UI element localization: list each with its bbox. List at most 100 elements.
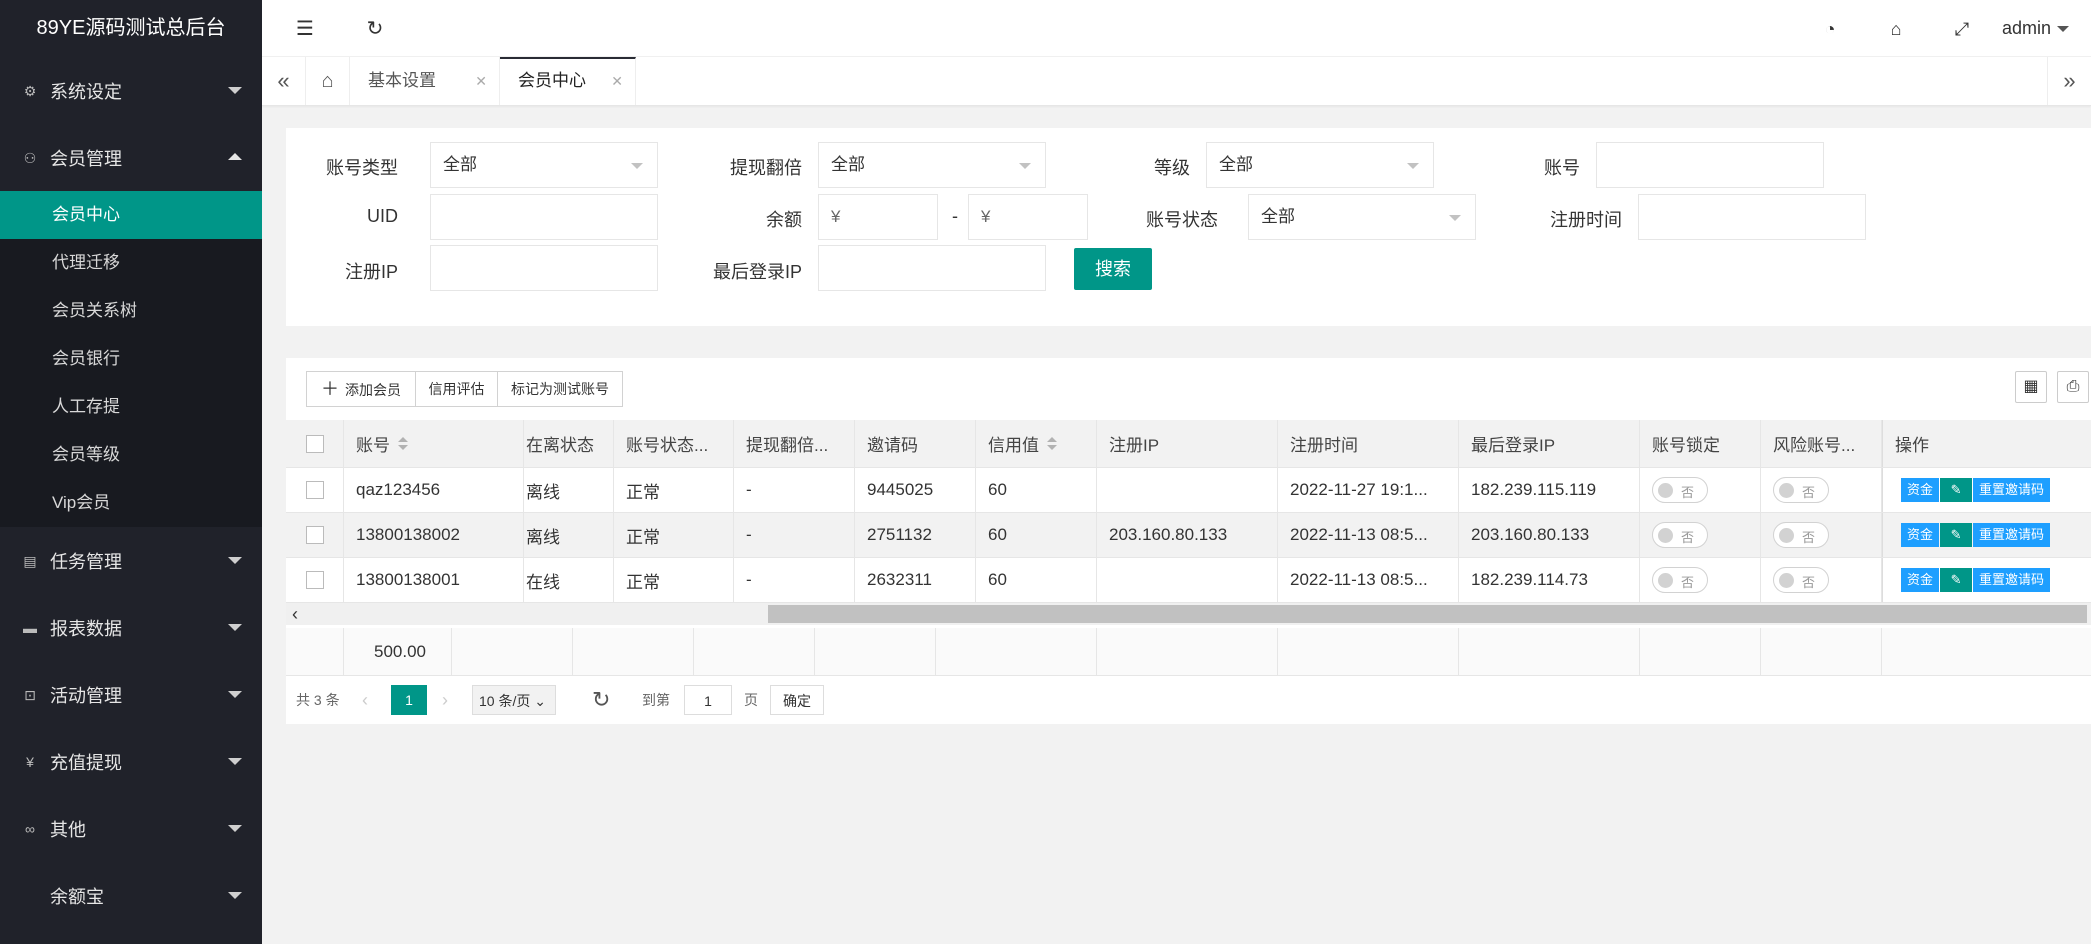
mark-test-account-button[interactable]: 标记为测试账号 xyxy=(497,371,623,407)
page-size-select[interactable]: 10 条/页 ⌄ xyxy=(472,685,556,715)
fullscreen-icon[interactable]: ⤢ xyxy=(1951,18,1973,40)
sidebar-item-member-bank[interactable]: 会员银行 xyxy=(0,335,262,383)
next-page-icon[interactable]: › xyxy=(442,685,448,715)
column-header-status[interactable]: 账号状态... xyxy=(614,420,734,467)
add-member-button[interactable]: ＋添加会员 xyxy=(306,371,416,407)
column-header-account[interactable]: 账号 xyxy=(344,420,524,467)
column-header-withdraw[interactable]: 提现翻倍... xyxy=(734,420,855,467)
funds-button[interactable]: 资金 xyxy=(1901,568,1940,592)
tabs-scroll-right-icon[interactable]: » xyxy=(2047,57,2091,105)
sidebar-menu-activity[interactable]: ⊡ 活动管理 xyxy=(0,661,262,728)
reset-invite-button[interactable]: 重置邀请码 xyxy=(1973,523,2051,547)
refresh-page-icon[interactable]: ↻ xyxy=(592,685,610,715)
tab-label: 基本设置 xyxy=(368,71,436,90)
document-icon: ▤ xyxy=(23,552,37,569)
table-row: qaz123456 离线 正常 - 9445025 60 2022-11-27 … xyxy=(286,468,2091,513)
sidebar-menu-other[interactable]: ∞ 其他 xyxy=(0,795,262,862)
sidebar-item-member-tree[interactable]: 会员关系树 xyxy=(0,287,262,335)
search-form: 账号类型 全部 提现翻倍 全部 等级 全部 账号 UID 余额 ¥ - ¥ 账号… xyxy=(286,128,2091,326)
cell-reg-ip xyxy=(1097,468,1278,512)
print-icon[interactable]: ⎙ xyxy=(2057,371,2089,403)
cell-risk: 否 xyxy=(1761,513,1882,557)
level-select[interactable]: 全部 xyxy=(1206,142,1434,188)
sidebar-item-vip[interactable]: Vip会员 xyxy=(0,479,262,527)
sidebar-menu-system[interactable]: ⚙ 系统设定 xyxy=(0,57,262,124)
tabs-scroll-left-icon[interactable]: « xyxy=(262,57,306,105)
funds-button[interactable]: 资金 xyxy=(1901,523,1940,547)
account-type-select[interactable]: 全部 xyxy=(430,142,658,188)
edit-icon[interactable]: ✎ xyxy=(1940,568,1973,592)
gear-icon: ⚙ xyxy=(23,82,37,99)
sidebar-menu-label: 会员管理 xyxy=(50,148,122,169)
sidebar-item-manual-deposit[interactable]: 人工存提 xyxy=(0,383,262,431)
top-bar: ☰ ↻ ◔ ⌂ ⤢ admin xyxy=(262,0,2091,57)
reset-invite-button[interactable]: 重置邀请码 xyxy=(1973,478,2051,502)
tab-member-center[interactable]: 会员中心 ✕ xyxy=(500,57,636,105)
menu-collapse-icon[interactable]: ☰ xyxy=(294,18,316,40)
row-checkbox[interactable] xyxy=(286,513,344,557)
page-1-button[interactable]: 1 xyxy=(391,685,427,715)
cell-status: 正常 xyxy=(614,513,734,557)
plus-icon: ＋ xyxy=(321,379,339,399)
lock-toggle[interactable]: 否 xyxy=(1652,477,1708,503)
cell-lock: 否 xyxy=(1640,558,1761,602)
prev-page-icon[interactable]: ‹ xyxy=(362,685,368,715)
refresh-icon[interactable]: ↻ xyxy=(364,18,386,40)
scroll-left-icon[interactable]: ‹ xyxy=(292,603,298,625)
register-time-input[interactable] xyxy=(1638,194,1866,240)
select-all-checkbox[interactable] xyxy=(286,420,344,467)
sidebar-menu-report[interactable]: ▬ 报表数据 xyxy=(0,594,262,661)
account-status-select[interactable]: 全部 xyxy=(1248,194,1476,240)
close-icon[interactable]: ✕ xyxy=(611,59,623,103)
sidebar-menu-task[interactable]: ▤ 任务管理 xyxy=(0,527,262,594)
sidebar-menu-yuebao[interactable]: 余额宝 xyxy=(0,862,262,929)
app-logo-title: 89YE源码测试总后台 xyxy=(0,0,262,57)
sidebar-item-member-level[interactable]: 会员等级 xyxy=(0,431,262,479)
cell-reg-time: 2022-11-13 08:5... xyxy=(1278,558,1459,602)
sidebar-item-agent-migration[interactable]: 代理迁移 xyxy=(0,239,262,287)
tag-icon[interactable]: ⌂ xyxy=(1885,18,1907,40)
last-login-ip-input[interactable] xyxy=(818,245,1046,291)
lock-toggle[interactable]: 否 xyxy=(1652,567,1708,593)
balance-max-input[interactable]: ¥ xyxy=(968,194,1088,240)
goto-confirm-button[interactable]: 确定 xyxy=(770,685,824,715)
sort-icon[interactable] xyxy=(398,436,408,451)
table-horizontal-scrollbar[interactable]: ‹ xyxy=(286,603,2091,625)
sort-icon[interactable] xyxy=(1047,436,1057,451)
close-icon[interactable]: ✕ xyxy=(475,57,487,105)
row-checkbox[interactable] xyxy=(286,468,344,512)
edit-icon[interactable]: ✎ xyxy=(1940,478,1973,502)
sidebar-menu-recharge[interactable]: ¥ 充值提现 xyxy=(0,728,262,795)
yen-icon: ¥ xyxy=(26,753,34,770)
search-button[interactable]: 搜索 xyxy=(1074,248,1152,290)
risk-toggle[interactable]: 否 xyxy=(1773,522,1829,548)
cell-credit: 60 xyxy=(976,468,1097,512)
risk-toggle[interactable]: 否 xyxy=(1773,567,1829,593)
theme-palette-icon[interactable]: ◔ xyxy=(1819,18,1841,40)
row-checkbox[interactable] xyxy=(286,558,344,602)
sidebar-menu-member[interactable]: ⚇ 会员管理 xyxy=(0,124,262,191)
lock-toggle[interactable]: 否 xyxy=(1652,522,1708,548)
user-menu[interactable]: admin xyxy=(2002,18,2069,39)
columns-filter-icon[interactable]: ▦ xyxy=(2015,371,2047,403)
withdraw-multiple-select[interactable]: 全部 xyxy=(818,142,1046,188)
column-header-risk[interactable]: 风险账号... xyxy=(1761,420,1882,467)
tab-basic-settings[interactable]: 基本设置 ✕ xyxy=(350,57,500,105)
reset-invite-button[interactable]: 重置邀请码 xyxy=(1973,568,2051,592)
column-header-reg-ip: 注册IP xyxy=(1097,420,1278,467)
funds-button[interactable]: 资金 xyxy=(1901,478,1940,502)
account-input[interactable] xyxy=(1596,142,1824,188)
register-ip-input[interactable] xyxy=(430,245,658,291)
goto-label: 到第 xyxy=(642,692,670,708)
balance-min-input[interactable]: ¥ xyxy=(818,194,938,240)
edit-icon[interactable]: ✎ xyxy=(1940,523,1973,547)
home-icon[interactable]: ⌂ xyxy=(306,57,350,105)
column-header-credit[interactable]: 信用值 xyxy=(976,420,1097,467)
scrollbar-thumb[interactable] xyxy=(768,605,2087,623)
uid-input[interactable] xyxy=(430,194,658,240)
credit-eval-button[interactable]: 信用评估 xyxy=(415,371,498,407)
goto-page-input[interactable]: 1 xyxy=(684,685,732,715)
sidebar-item-member-center[interactable]: 会员中心 xyxy=(0,191,262,239)
risk-toggle[interactable]: 否 xyxy=(1773,477,1829,503)
balance-range-separator: - xyxy=(952,206,958,226)
